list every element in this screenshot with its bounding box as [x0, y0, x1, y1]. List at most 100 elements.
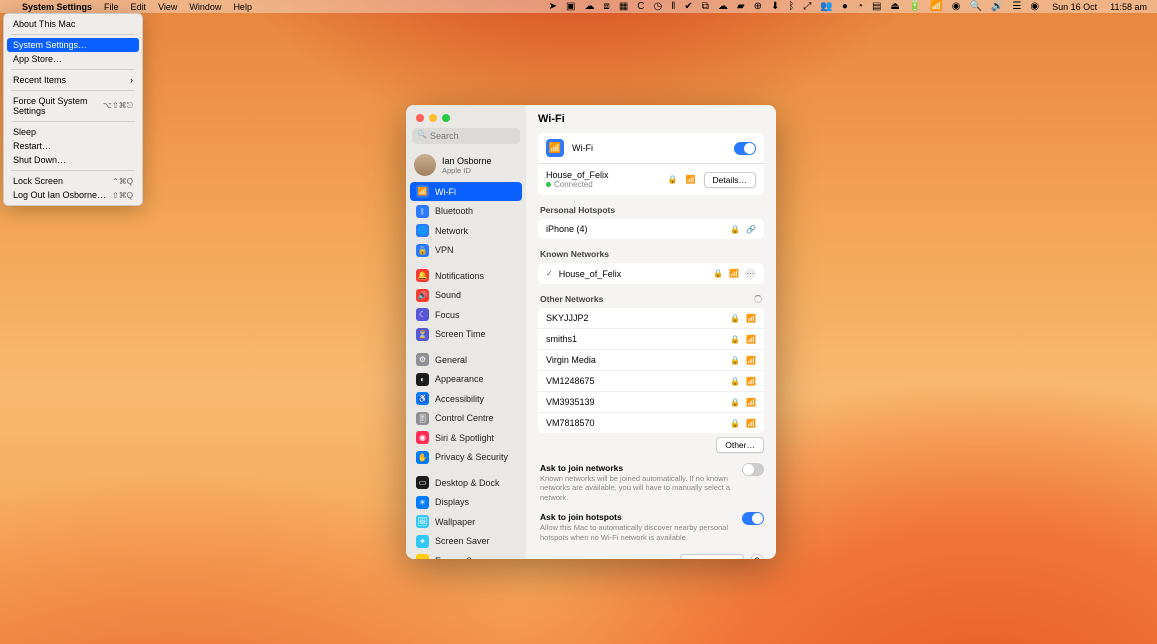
sidebar-item-siri-spotlight[interactable]: ◉Siri & Spotlight	[410, 428, 522, 447]
ask-networks-title: Ask to join networks	[540, 463, 740, 473]
menu-logout[interactable]: Log Out Ian Osborne…⇧⌘Q	[7, 188, 139, 202]
known-card: ✓ House_of_Felix 🔒 📶 ⋯	[538, 263, 764, 284]
menu-about-mac[interactable]: About This Mac	[7, 17, 139, 31]
dropbox-icon[interactable]: ⧈	[603, 1, 609, 12]
hotspot-row[interactable]: iPhone (4) 🔒🔗	[538, 219, 764, 239]
sidebar-item-label: Desktop & Dock	[435, 478, 500, 488]
shortcuts-icon[interactable]: ⧉	[702, 1, 709, 12]
signal-icon: 📶	[729, 269, 739, 278]
sidebar-item-displays[interactable]: ☀Displays	[410, 493, 522, 512]
tuner-icon[interactable]: ǁ	[671, 1, 675, 12]
facetime-icon[interactable]: ▰	[737, 1, 745, 12]
sidebar-item-focus[interactable]: ☾Focus	[410, 305, 522, 324]
bluetooth-icon[interactable]: ᛒ	[788, 1, 794, 12]
check-icon[interactable]: ✔	[684, 1, 692, 12]
sidebar-item-desktop-dock[interactable]: ▭ Desktop & Dock	[410, 473, 522, 492]
sidebar-item-screen-time[interactable]: ⏳Screen Time	[410, 325, 522, 344]
known-row[interactable]: ✓ House_of_Felix 🔒 📶 ⋯	[538, 263, 764, 284]
menu-view[interactable]: View	[158, 2, 177, 12]
menubar: System Settings File Edit View Window He…	[0, 0, 1157, 13]
network-row[interactable]: VM3935139🔒📶	[538, 391, 764, 412]
menubar-date[interactable]: Sun 16 Oct	[1052, 2, 1097, 12]
sidebar-item-appearance[interactable]: ◐Appearance	[410, 370, 522, 389]
menu-app-store[interactable]: App Store…	[7, 52, 139, 66]
menu-restart[interactable]: Restart…	[7, 139, 139, 153]
timer-icon[interactable]: ◔	[857, 1, 863, 12]
icloud-icon[interactable]: ☁	[718, 1, 728, 12]
sidebar-item-general[interactable]: ⚙General	[410, 350, 522, 369]
sidebar-user[interactable]: Ian Osborne Apple ID	[406, 150, 526, 182]
minimize-button[interactable]	[429, 114, 437, 122]
sidebar-item-network[interactable]: 🌐Network	[410, 221, 522, 240]
menubar-status-icons: ➤ ▣ ☁ ⧈ ▦ C ◷ ǁ ✔ ⧉ ☁ ▰ ⊕ ⬇ ᛒ ⤢ 👥 ● ◔ ▤ …	[549, 1, 1147, 12]
sidebar-item-bluetooth[interactable]: ᛒBluetooth	[410, 202, 522, 221]
clock-icon[interactable]: ◷	[654, 1, 663, 12]
advanced-button[interactable]: Advanced…	[680, 554, 744, 559]
sidebar-item-notifications[interactable]: 🔔Notifications	[410, 266, 522, 285]
menu-file[interactable]: File	[104, 2, 119, 12]
close-button[interactable]	[416, 114, 424, 122]
sidebar-item-label: VPN	[435, 245, 454, 255]
zoom-button[interactable]	[442, 114, 450, 122]
sidebar-icon: ▭	[416, 476, 429, 489]
sidebar-item-accessibility[interactable]: ♿Accessibility	[410, 389, 522, 408]
menubar-appname[interactable]: System Settings	[22, 2, 92, 12]
ask-hotspots-desc: Allow this Mac to automatically discover…	[540, 523, 740, 542]
menu-sleep[interactable]: Sleep	[7, 125, 139, 139]
calendar-icon[interactable]: ▤	[872, 1, 881, 12]
eject-icon[interactable]: ⏏	[890, 1, 899, 12]
sidebar-item-control-centre[interactable]: 🎚Control Centre	[410, 409, 522, 428]
photos-icon[interactable]: ▣	[566, 1, 575, 12]
download-icon[interactable]: ⬇	[771, 1, 779, 12]
users-icon[interactable]: 👥	[820, 1, 832, 12]
siri-icon[interactable]: ◉	[1030, 1, 1039, 12]
dot-icon[interactable]: ●	[842, 1, 848, 12]
sidebar-item-wi-fi[interactable]: 📶Wi-Fi	[410, 182, 522, 201]
wifi-toggle[interactable]	[734, 142, 756, 155]
expand-icon[interactable]: ⤢	[803, 1, 811, 12]
menu-help[interactable]: Help	[233, 2, 252, 12]
spotlight-icon[interactable]: 🔍	[970, 1, 982, 12]
more-button[interactable]: ⋯	[745, 268, 756, 279]
sidebar-item-energy-saver[interactable]: ⚡Energy Saver	[410, 551, 522, 559]
sidebar-item-screen-saver[interactable]: ✦Screen Saver	[410, 532, 522, 551]
sidebar-item-wallpaper[interactable]: 🖼Wallpaper	[410, 512, 522, 531]
details-button[interactable]: Details…	[704, 172, 756, 188]
lock-icon: 🔒	[713, 269, 723, 278]
location-icon[interactable]: ➤	[549, 1, 557, 12]
menu-edit[interactable]: Edit	[131, 2, 147, 12]
controlcenter-icon[interactable]: ☰	[1012, 1, 1021, 12]
cloud-icon[interactable]: ☁	[584, 1, 594, 12]
search-input[interactable]	[412, 128, 520, 144]
menu-recent-items[interactable]: Recent Items›	[7, 73, 139, 87]
ask-hotspots-toggle[interactable]	[742, 512, 764, 525]
network-row[interactable]: VM1248675🔒📶	[538, 370, 764, 391]
link-icon: 🔗	[746, 225, 756, 234]
wifi-status-icon[interactable]: 📶	[930, 1, 942, 12]
network-row[interactable]: SKYJJJP2🔒📶	[538, 308, 764, 328]
volume-icon[interactable]: 🔊	[991, 1, 1003, 12]
menu-shutdown[interactable]: Shut Down…	[7, 153, 139, 167]
network-row[interactable]: VM7818570🔒📶	[538, 412, 764, 433]
package-icon[interactable]: ▦	[619, 1, 628, 12]
battery-icon[interactable]: 🔋	[909, 1, 921, 12]
sidebar-item-privacy-security[interactable]: ✋Privacy & Security	[410, 448, 522, 467]
menu-force-quit[interactable]: Force Quit System Settings⌥⇧⌘⎋	[7, 94, 139, 118]
lock-icon: 🔒	[730, 335, 740, 344]
other-button[interactable]: Other…	[716, 437, 764, 453]
ask-networks-toggle[interactable]	[742, 463, 764, 476]
menu-system-settings[interactable]: System Settings…	[7, 38, 139, 52]
globe-icon[interactable]: ⊕	[754, 1, 762, 12]
network-row[interactable]: Virgin Media🔒📶	[538, 349, 764, 370]
sidebar-item-vpn[interactable]: 🔒VPN	[410, 241, 522, 260]
menubar-time[interactable]: 11:58 am	[1110, 2, 1147, 12]
help-button[interactable]: ?	[750, 554, 764, 559]
menu-window[interactable]: Window	[189, 2, 221, 12]
settings-sidebar: Ian Osborne Apple ID 📶Wi-FiᛒBluetooth🌐Ne…	[406, 105, 526, 559]
menu-lock-screen[interactable]: Lock Screen⌃⌘Q	[7, 174, 139, 188]
c-icon[interactable]: C	[637, 1, 644, 12]
sidebar-item-sound[interactable]: 🔊Sound	[410, 286, 522, 305]
sidebar-icon: 🎚	[416, 412, 429, 425]
network-row[interactable]: smiths1🔒📶	[538, 328, 764, 349]
user-icon[interactable]: ◉	[952, 1, 961, 12]
